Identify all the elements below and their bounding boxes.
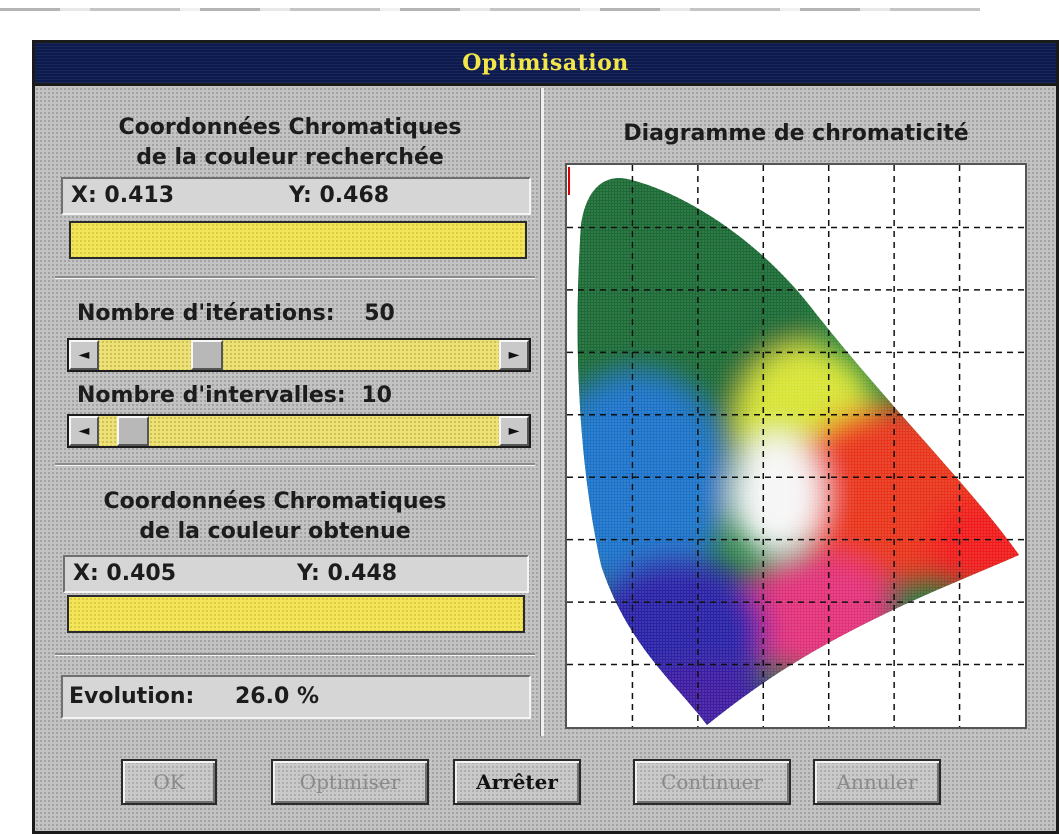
target-heading: Coordonnées Chromatiques de la couleur r… bbox=[55, 113, 525, 173]
obtained-y-value: Y: 0.448 bbox=[297, 561, 398, 586]
target-heading-line1: Coordonnées Chromatiques bbox=[118, 115, 462, 140]
ok-button[interactable]: OK bbox=[121, 759, 217, 805]
arreter-button[interactable]: Arrêter bbox=[453, 759, 581, 805]
diagram-title: Diagramme de chromaticité bbox=[623, 121, 969, 146]
obtained-heading: Coordonnées Chromatiques de la couleur o… bbox=[55, 487, 495, 547]
scan-artifact-line bbox=[0, 8, 980, 11]
iterations-slider[interactable]: ◄ ► bbox=[67, 338, 531, 372]
target-heading-line2: de la couleur recherchée bbox=[136, 145, 444, 170]
iterations-label: Nombre d'itérations: bbox=[77, 301, 335, 326]
intervals-label-group: Nombre d'intervalles: 10 bbox=[77, 383, 392, 408]
annuler-button[interactable]: Annuler bbox=[813, 759, 941, 805]
obtained-color-swatch bbox=[67, 595, 525, 633]
window-title: Optimisation bbox=[462, 50, 629, 76]
chromaticity-gamut bbox=[577, 178, 1020, 726]
separator bbox=[55, 653, 535, 656]
intervals-slider[interactable]: ◄ ► bbox=[67, 414, 531, 448]
target-color-swatch bbox=[69, 221, 527, 259]
evolution-field: Evolution: 26.0 % bbox=[61, 675, 531, 719]
intervals-label: Nombre d'intervalles: bbox=[77, 383, 346, 408]
iterations-value: 50 bbox=[364, 301, 395, 326]
obtained-heading-line1: Coordonnées Chromatiques bbox=[103, 489, 447, 514]
target-coordinates-field: X: 0.413 Y: 0.468 bbox=[61, 177, 531, 215]
evolution-value: 26.0 % bbox=[235, 684, 319, 709]
iterations-label-group: Nombre d'itérations: 50 bbox=[77, 301, 395, 326]
target-y-value: Y: 0.468 bbox=[289, 183, 390, 208]
evolution-label: Evolution: bbox=[69, 684, 195, 709]
obtained-coordinates-field: X: 0.405 Y: 0.448 bbox=[63, 555, 529, 593]
chromaticity-diagram bbox=[565, 163, 1027, 729]
iterations-slider-thumb[interactable] bbox=[191, 340, 223, 370]
continuer-button[interactable]: Continuer bbox=[633, 759, 791, 805]
separator bbox=[55, 276, 535, 279]
chromaticity-diagram-canvas bbox=[567, 165, 1025, 727]
obtained-x-value: X: 0.405 bbox=[73, 561, 177, 586]
obtained-heading-line2: de la couleur obtenue bbox=[139, 519, 411, 544]
optimiser-button[interactable]: Optimiser bbox=[271, 759, 429, 805]
optimisation-dialog: Optimisation Coordonnées Chromatiques de… bbox=[32, 40, 1059, 834]
left-arrow-icon[interactable]: ◄ bbox=[69, 416, 99, 446]
title-bar: Optimisation bbox=[35, 43, 1056, 86]
right-arrow-icon[interactable]: ► bbox=[499, 416, 529, 446]
left-arrow-icon[interactable]: ◄ bbox=[69, 340, 99, 370]
intervals-slider-thumb[interactable] bbox=[117, 416, 150, 446]
separator bbox=[55, 463, 535, 466]
right-arrow-icon[interactable]: ► bbox=[499, 340, 529, 370]
target-x-value: X: 0.413 bbox=[71, 183, 175, 208]
panel-divider bbox=[540, 88, 544, 736]
intervals-value: 10 bbox=[361, 383, 392, 408]
